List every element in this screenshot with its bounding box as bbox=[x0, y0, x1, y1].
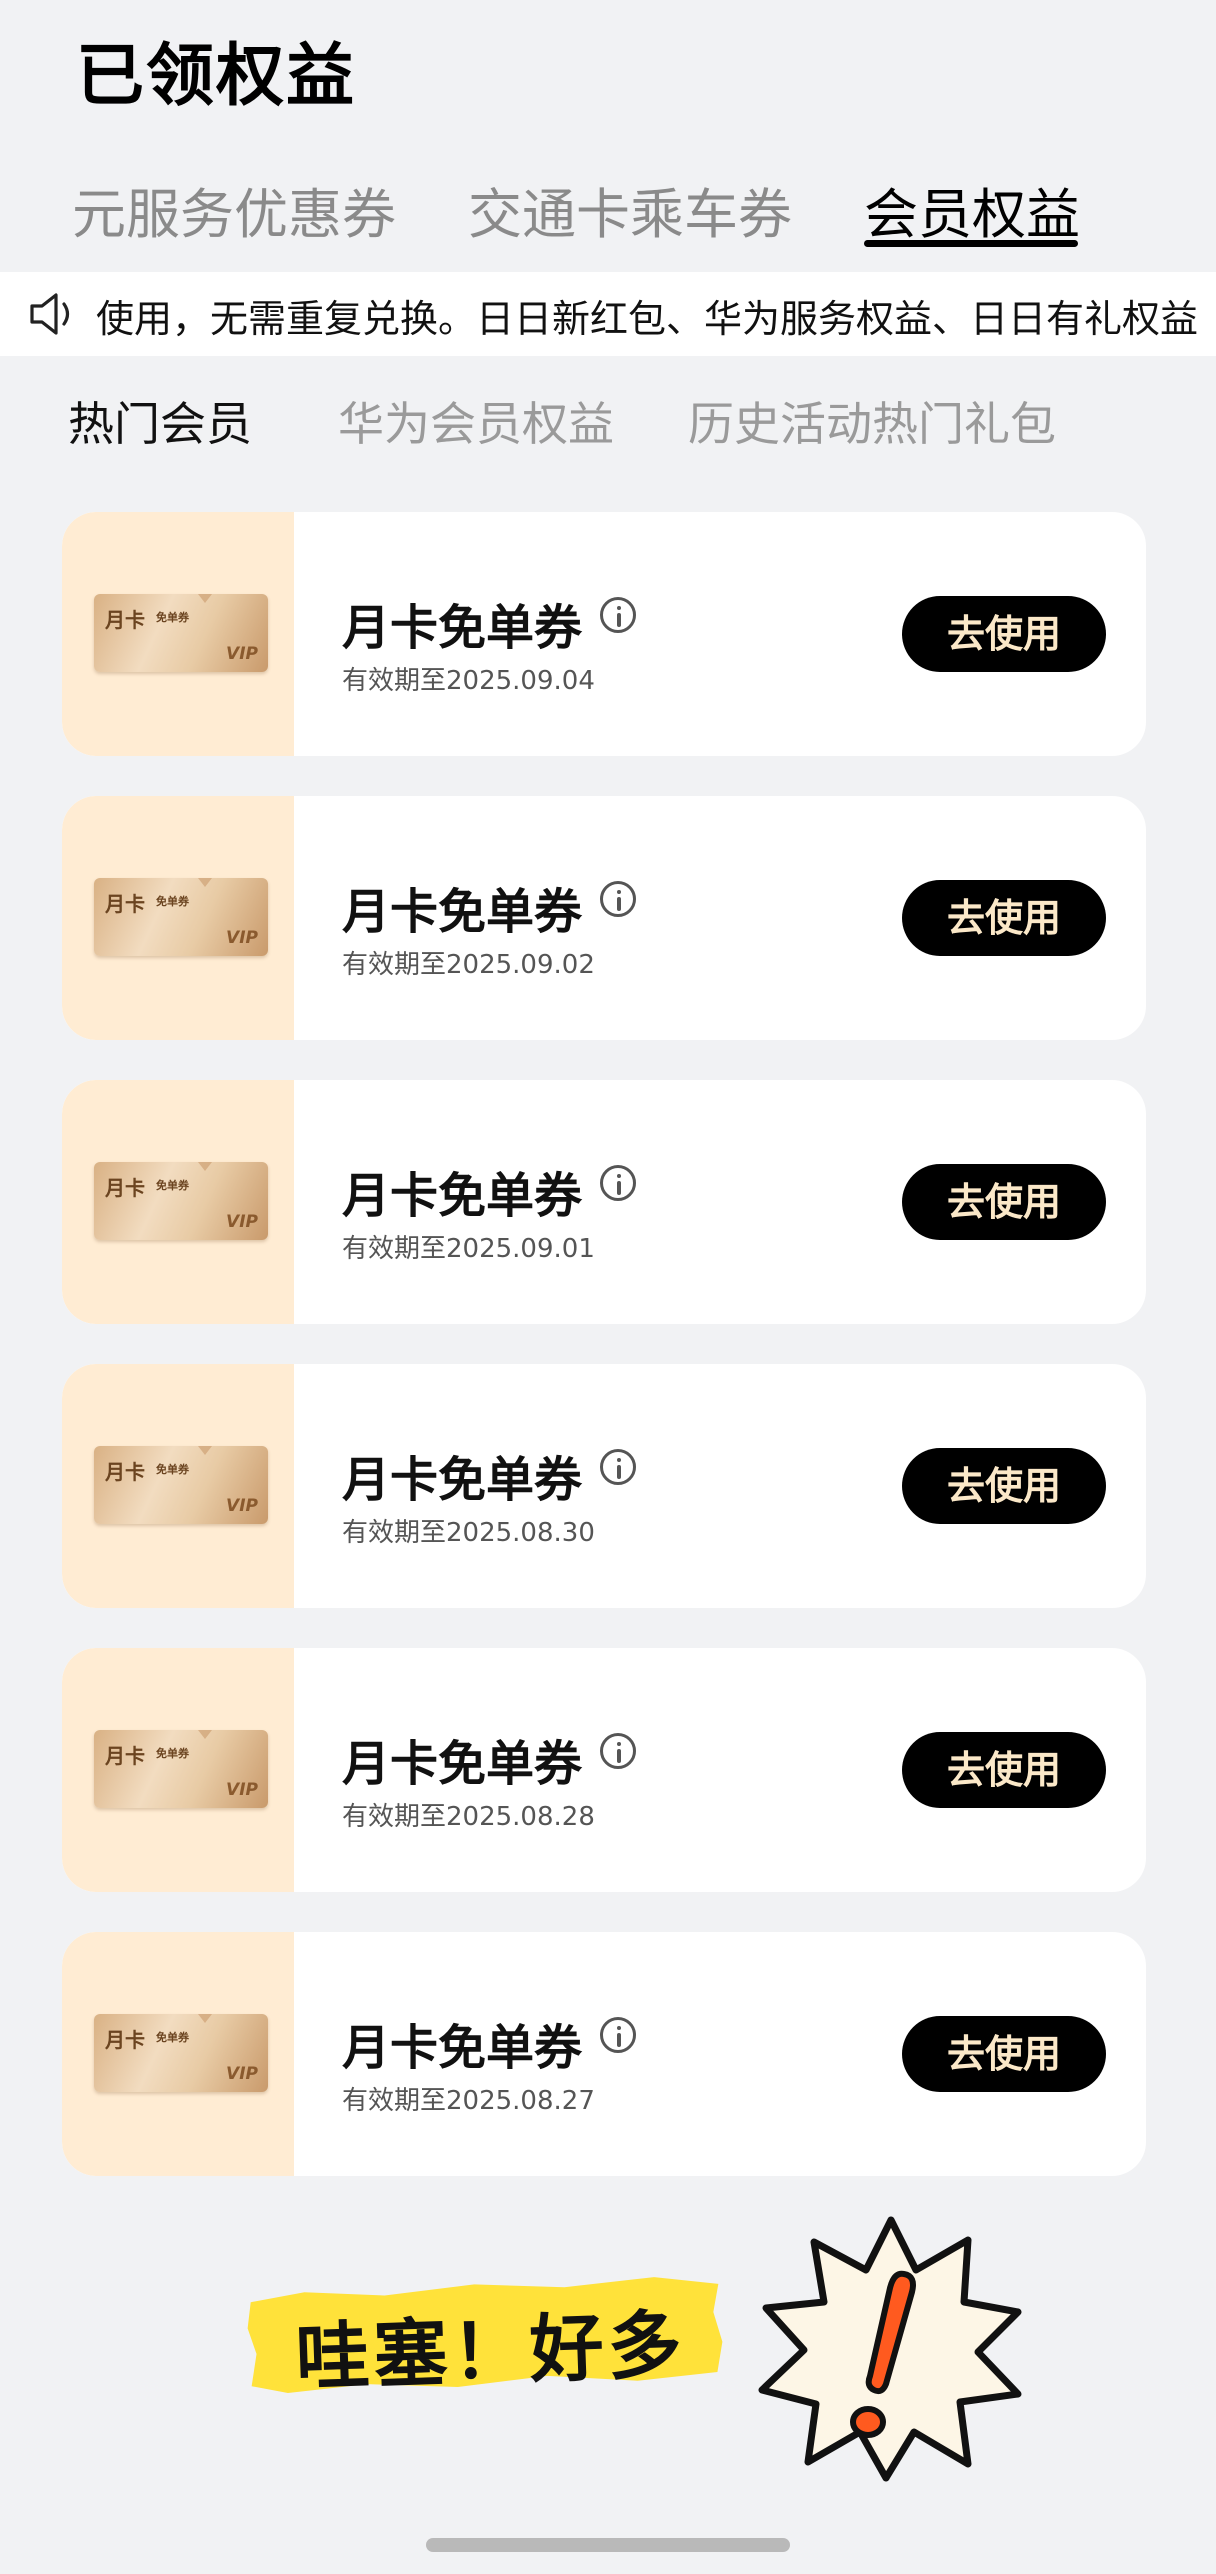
vip-card-icon: 月卡 免单券 VIP bbox=[94, 1446, 268, 1524]
wow-sticker: 哇塞！好多 bbox=[246, 2212, 1026, 2482]
coupon-card[interactable]: 月卡 免单券 VIP 月卡免单券 有效期至2025.09.02 去使用 bbox=[62, 796, 1146, 1040]
coupon-card[interactable]: 月卡 免单券 VIP 月卡免单券 有效期至2025.08.30 去使用 bbox=[62, 1364, 1146, 1608]
use-coupon-button[interactable]: 去使用 bbox=[902, 596, 1106, 672]
use-coupon-button[interactable]: 去使用 bbox=[902, 880, 1106, 956]
use-coupon-button[interactable]: 去使用 bbox=[902, 1448, 1106, 1524]
tab-transit-coupons[interactable]: 交通卡乘车券 bbox=[468, 170, 792, 249]
coupon-card[interactable]: 月卡 免单券 VIP 月卡免单券 有效期至2025.09.04 去使用 bbox=[62, 512, 1146, 756]
coupon-card[interactable]: 月卡 免单券 VIP 月卡免单券 有效期至2025.09.01 去使用 bbox=[62, 1080, 1146, 1324]
info-icon[interactable] bbox=[600, 597, 636, 633]
vip-card-icon: 月卡 免单券 VIP bbox=[94, 1162, 268, 1240]
coupon-card[interactable]: 月卡 免单券 VIP 月卡免单券 有效期至2025.08.28 去使用 bbox=[62, 1648, 1146, 1892]
active-tab-indicator bbox=[864, 240, 1078, 247]
coupon-name: 月卡免单券 bbox=[342, 884, 583, 940]
coupon-thumbnail: 月卡 免单券 VIP bbox=[62, 512, 294, 756]
vip-card-icon: 月卡 免单券 VIP bbox=[94, 2014, 268, 2092]
subtab-hot-members[interactable]: 热门会员 bbox=[68, 388, 252, 454]
vip-card-icon: 月卡 免单券 VIP bbox=[94, 878, 268, 956]
coupon-expiry: 有效期至2025.09.01 bbox=[342, 1234, 595, 1264]
coupon-thumbnail: 月卡 免单券 VIP bbox=[62, 1648, 294, 1892]
use-coupon-button[interactable]: 去使用 bbox=[902, 2016, 1106, 2092]
notice-text: 使用，无需重复兑换。日日新红包、华为服务权益、日日有礼权益 bbox=[96, 297, 1199, 341]
coupon-thumbnail: 月卡 免单券 VIP bbox=[62, 1364, 294, 1608]
wow-text: 哇塞！好多 bbox=[294, 2302, 687, 2402]
page-title: 已领权益 bbox=[76, 37, 357, 116]
speaker-icon bbox=[30, 293, 70, 335]
info-icon[interactable] bbox=[600, 1165, 636, 1201]
coupon-name: 月卡免单券 bbox=[342, 2020, 583, 2076]
coupon-expiry: 有效期至2025.08.30 bbox=[342, 1518, 595, 1548]
vip-card-icon: 月卡 免单券 VIP bbox=[94, 1730, 268, 1808]
info-icon[interactable] bbox=[600, 1449, 636, 1485]
info-icon[interactable] bbox=[600, 881, 636, 917]
home-indicator[interactable] bbox=[426, 2538, 790, 2552]
coupon-name: 月卡免单券 bbox=[342, 1168, 583, 1224]
wow-banner: 哇塞！好多 bbox=[244, 2272, 728, 2402]
coupon-thumbnail: 月卡 免单券 VIP bbox=[62, 1932, 294, 2176]
coupon-name: 月卡免单券 bbox=[342, 1452, 583, 1508]
coupon-name: 月卡免单券 bbox=[342, 600, 583, 656]
tab-member-benefits[interactable]: 会员权益 bbox=[864, 170, 1080, 249]
subtab-huawei-member-benefits[interactable]: 华为会员权益 bbox=[338, 388, 614, 454]
subtab-history-gift-packs[interactable]: 历史活动热门礼包 bbox=[688, 388, 1056, 454]
notice-bar[interactable]: 使用，无需重复兑换。日日新红包、华为服务权益、日日有礼权益 bbox=[0, 272, 1216, 356]
coupon-expiry: 有效期至2025.08.27 bbox=[342, 2086, 595, 2116]
coupon-expiry: 有效期至2025.09.02 bbox=[342, 950, 595, 980]
exclamation-burst-icon bbox=[758, 2216, 1022, 2482]
tab-service-coupons[interactable]: 元服务优惠券 bbox=[72, 170, 396, 249]
coupon-list: 月卡 免单券 VIP 月卡免单券 有效期至2025.09.04 去使用 月卡 免… bbox=[62, 512, 1146, 2216]
coupon-card[interactable]: 月卡 免单券 VIP 月卡免单券 有效期至2025.08.27 去使用 bbox=[62, 1932, 1146, 2176]
info-icon[interactable] bbox=[600, 2017, 636, 2053]
use-coupon-button[interactable]: 去使用 bbox=[902, 1164, 1106, 1240]
vip-card-icon: 月卡 免单券 VIP bbox=[94, 594, 268, 672]
coupon-expiry: 有效期至2025.08.28 bbox=[342, 1802, 595, 1832]
use-coupon-button[interactable]: 去使用 bbox=[902, 1732, 1106, 1808]
coupon-thumbnail: 月卡 免单券 VIP bbox=[62, 1080, 294, 1324]
coupon-expiry: 有效期至2025.09.04 bbox=[342, 666, 595, 696]
coupon-name: 月卡免单券 bbox=[342, 1736, 583, 1792]
coupon-thumbnail: 月卡 免单券 VIP bbox=[62, 796, 294, 1040]
info-icon[interactable] bbox=[600, 1733, 636, 1769]
